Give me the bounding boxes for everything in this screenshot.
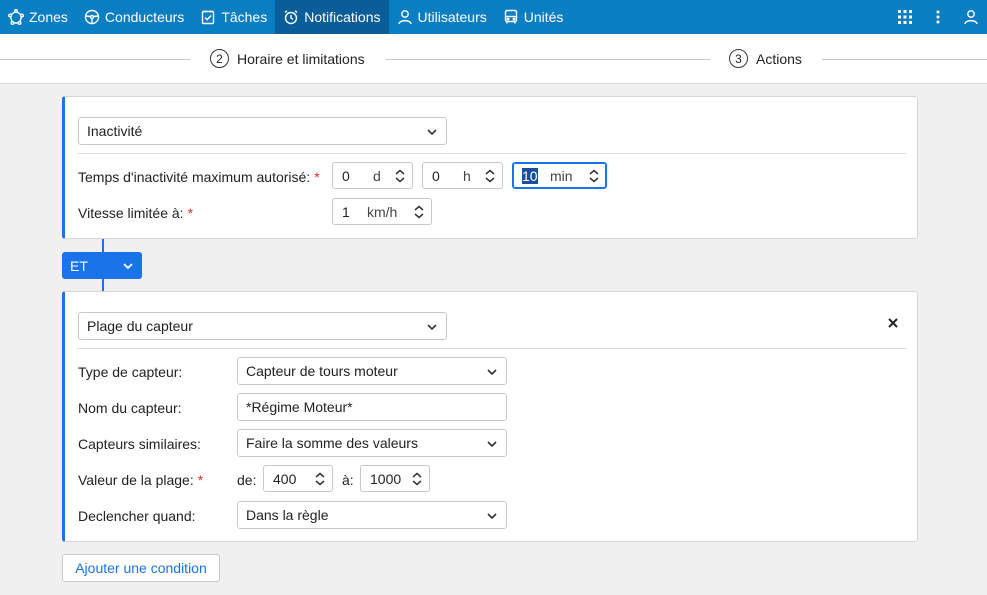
divider xyxy=(78,153,906,154)
similar-sensors-select[interactable]: Faire la somme des valeurs xyxy=(237,429,507,457)
range-from-stepper[interactable]: 400 xyxy=(263,465,333,492)
required-mark: * xyxy=(197,472,204,488)
spinner-arrows-icon[interactable] xyxy=(484,169,496,183)
range-from-value: 400 xyxy=(273,471,297,487)
step-number: 2 xyxy=(210,49,229,68)
divider xyxy=(78,348,906,349)
nav-label-notifications: Notifications xyxy=(304,9,381,25)
spinner-arrows-icon[interactable] xyxy=(411,472,423,486)
idle-days-unit: d xyxy=(373,168,381,184)
nav-label-zones: Zones xyxy=(29,9,68,25)
account-icon[interactable] xyxy=(954,0,987,34)
similar-sensors-label: Capteurs similaires: xyxy=(78,436,201,452)
wizard-stepper: 2 Horaire et limitations 3 Actions xyxy=(0,34,987,84)
speed-limit-text: Vitesse limitée à: xyxy=(78,205,184,221)
range-to-stepper[interactable]: 1000 xyxy=(360,465,430,492)
spinner-arrows-icon[interactable] xyxy=(588,169,600,183)
step-label: Actions xyxy=(756,50,802,67)
condition-card-sensor-range: Plage du capteur Type de capteur: Capteu… xyxy=(62,291,918,542)
idle-days-stepper[interactable]: 0 d xyxy=(332,162,413,189)
trigger-select[interactable]: Dans la règle xyxy=(237,501,507,529)
connector-line xyxy=(102,239,104,252)
add-condition-button[interactable]: Ajouter une condition xyxy=(62,554,220,582)
condition-card-inactivity: Inactivité Temps d'inactivité maximum au… xyxy=(62,96,918,239)
condition-type-value: Inactivité xyxy=(87,123,143,139)
chevron-down-icon xyxy=(427,324,437,331)
sensor-type-value: Capteur de tours moteur xyxy=(246,363,398,379)
logic-operator-value: ET xyxy=(70,257,88,274)
speed-limit-label: Vitesse limitée à: * xyxy=(78,205,193,221)
condition-type-select[interactable]: Plage du capteur xyxy=(78,312,447,340)
alarm-clock-icon xyxy=(283,9,299,25)
idle-hours-value: 0 xyxy=(432,168,440,184)
nav-item-utilisateurs[interactable]: Utilisateurs xyxy=(389,0,495,34)
condition-type-value: Plage du capteur xyxy=(87,318,193,334)
similar-sensors-value: Faire la somme des valeurs xyxy=(246,435,418,451)
range-to-label: à: xyxy=(342,472,354,488)
nav-label-taches: Tâches xyxy=(221,9,268,25)
nav-label-unites: Unités xyxy=(523,9,564,25)
spinner-arrows-icon[interactable] xyxy=(314,472,326,486)
nav-right-tools xyxy=(888,0,987,34)
nav-label-conducteurs: Conducteurs xyxy=(104,9,185,25)
chevron-down-icon xyxy=(123,263,133,270)
stepper-line xyxy=(822,59,987,60)
zones-icon xyxy=(8,9,24,25)
idle-time-text: Temps d'inactivité maximum autorisé: xyxy=(78,169,311,185)
idle-days-value: 0 xyxy=(342,168,350,184)
sensor-name-input[interactable]: *Régime Moteur* xyxy=(237,393,507,421)
task-check-icon xyxy=(200,9,216,25)
speed-value: 1 xyxy=(342,204,350,220)
idle-time-label: Temps d'inactivité maximum autorisé: * xyxy=(78,169,320,185)
nav-item-taches[interactable]: Tâches xyxy=(192,0,275,34)
sensor-type-label: Type de capteur: xyxy=(78,364,183,380)
stepper-line xyxy=(0,59,190,60)
logic-operator-select[interactable]: ET xyxy=(62,252,142,279)
required-mark: * xyxy=(187,205,194,221)
nav-label-utilisateurs: Utilisateurs xyxy=(417,9,487,25)
sensor-type-select[interactable]: Capteur de tours moteur xyxy=(237,357,507,385)
trigger-label: Declencher quand: xyxy=(78,508,196,524)
idle-minutes-stepper[interactable]: 10 min xyxy=(512,162,607,189)
range-to-value: 1000 xyxy=(370,471,402,487)
range-value-text: Valeur de la plage: xyxy=(78,472,194,488)
nav-item-conducteurs[interactable]: Conducteurs xyxy=(76,0,192,34)
connector-line xyxy=(102,279,104,291)
step-label: Horaire et limitations xyxy=(237,50,365,67)
idle-minutes-value: 10 xyxy=(522,168,538,184)
chevron-down-icon xyxy=(487,369,497,376)
condition-type-select[interactable]: Inactivité xyxy=(78,117,447,145)
step-horaire[interactable]: 2 Horaire et limitations xyxy=(210,49,365,68)
idle-hours-unit: h xyxy=(463,168,471,184)
spinner-arrows-icon[interactable] xyxy=(413,205,425,219)
top-nav: Zones Conducteurs Tâches Notifications U… xyxy=(0,0,987,34)
step-actions[interactable]: 3 Actions xyxy=(729,49,802,68)
range-value-label: Valeur de la plage: * xyxy=(78,472,203,488)
user-icon xyxy=(397,9,413,25)
sensor-name-label: Nom du capteur: xyxy=(78,400,182,416)
chevron-down-icon xyxy=(427,129,437,136)
steering-wheel-icon xyxy=(84,9,100,25)
stepper-line xyxy=(386,59,710,60)
step-number: 3 xyxy=(729,49,748,68)
nav-item-zones[interactable]: Zones xyxy=(0,0,76,34)
range-from-label: de: xyxy=(237,472,257,488)
chevron-down-icon xyxy=(487,441,497,448)
bus-icon xyxy=(503,9,519,25)
required-mark: * xyxy=(314,169,320,185)
speed-unit: km/h xyxy=(367,204,398,220)
idle-minutes-unit: min xyxy=(550,168,573,184)
idle-hours-stepper[interactable]: 0 h xyxy=(422,162,503,189)
more-vertical-icon[interactable] xyxy=(921,0,954,34)
sensor-name-value: *Régime Moteur* xyxy=(246,399,353,415)
apps-grid-icon[interactable] xyxy=(888,0,921,34)
nav-item-unites[interactable]: Unités xyxy=(495,0,572,34)
trigger-value: Dans la règle xyxy=(246,507,329,523)
speed-limit-stepper[interactable]: 1 km/h xyxy=(332,198,432,225)
close-icon[interactable] xyxy=(886,316,900,330)
spinner-arrows-icon[interactable] xyxy=(394,169,406,183)
chevron-down-icon xyxy=(487,513,497,520)
nav-item-notifications[interactable]: Notifications xyxy=(275,0,389,34)
